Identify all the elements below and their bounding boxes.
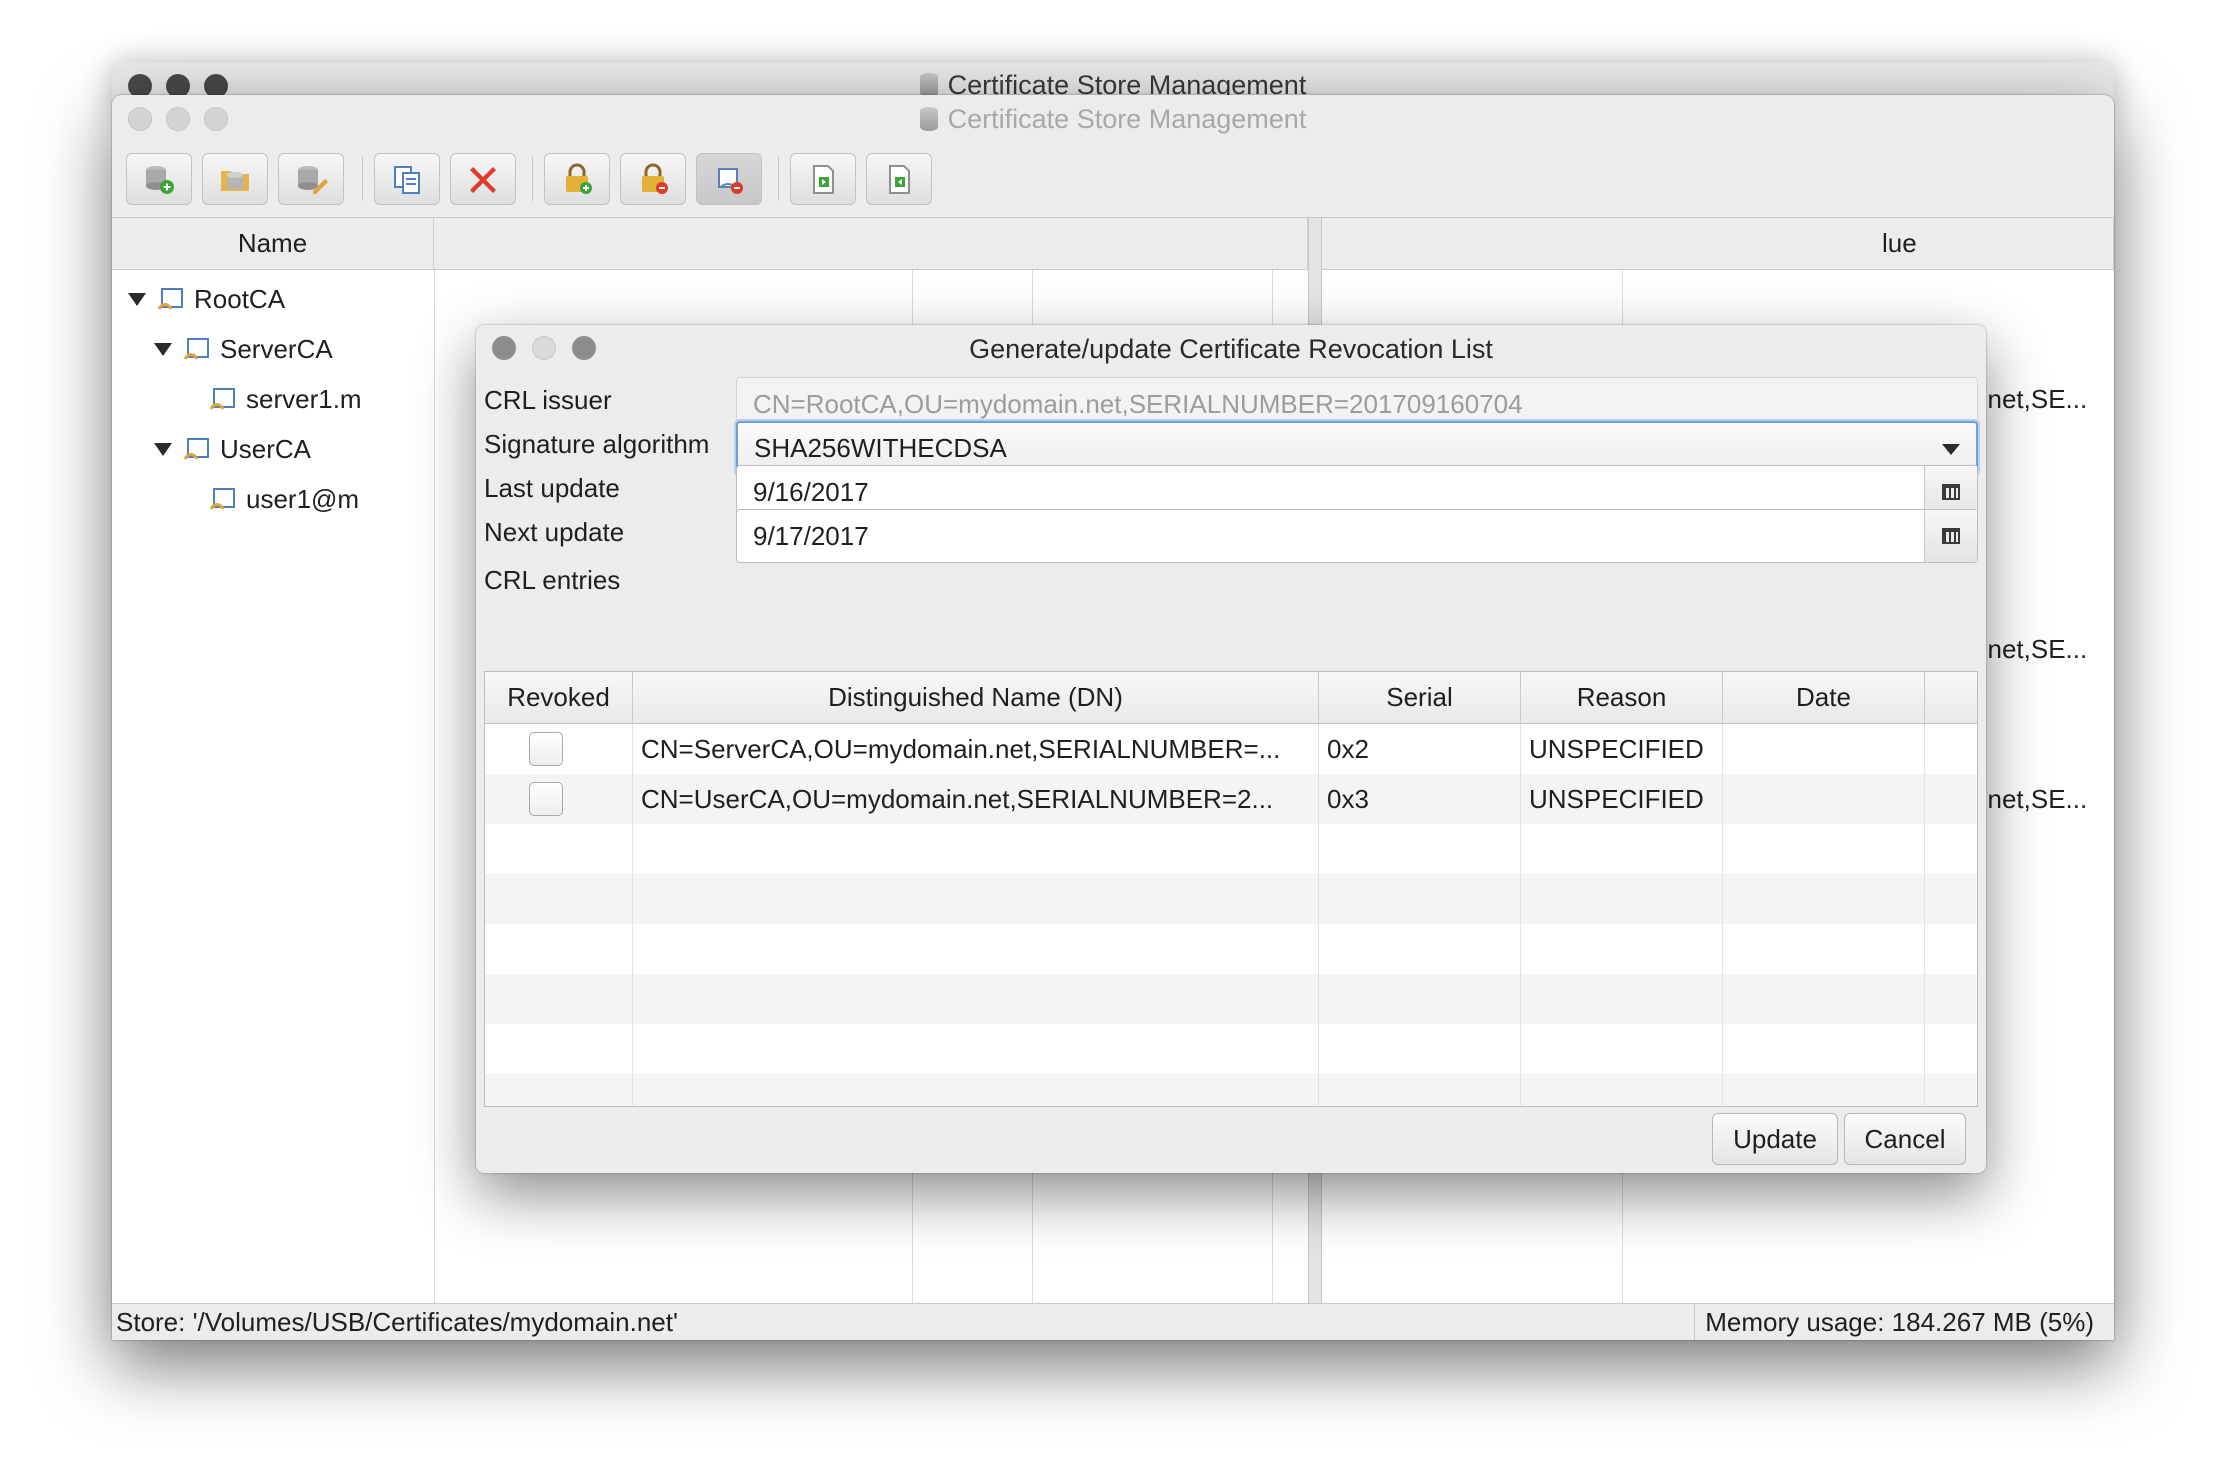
column-header-blank[interactable] xyxy=(434,218,1308,270)
crl-icon xyxy=(718,168,743,194)
tree-item-user1[interactable]: user1@m xyxy=(208,484,359,515)
delete-icon xyxy=(470,167,496,193)
next-update-label: Next update xyxy=(484,517,625,547)
chevron-down-icon[interactable] xyxy=(154,343,172,356)
lock-add-icon xyxy=(566,163,592,194)
import-icon xyxy=(889,165,910,194)
tree-item-label: server1.m xyxy=(246,384,362,414)
dialog-titlebar: Generate/update Certificate Revocation L… xyxy=(476,325,1986,371)
database-icon xyxy=(919,107,938,131)
column-header-name[interactable]: Name xyxy=(112,218,434,270)
crl-issuer-label: CRL issuer xyxy=(484,385,612,415)
chevron-down-icon[interactable] xyxy=(154,443,172,456)
last-update-label: Last update xyxy=(484,473,620,503)
table-row[interactable]: CN=UserCA,OU=mydomain.net,SERIALNUMBER=2… xyxy=(485,774,1977,824)
date-cell[interactable] xyxy=(1723,724,1925,774)
database-icon xyxy=(919,73,938,97)
memory-usage-status: Memory usage: 184.267 MB (5%) xyxy=(1705,1307,2094,1337)
next-update-calendar-button[interactable] xyxy=(1924,510,1977,562)
crl-button[interactable] xyxy=(696,153,762,205)
lock-remove-button[interactable] xyxy=(620,153,686,205)
cancel-button[interactable]: Cancel xyxy=(1844,1113,1966,1165)
crl-entries-label: CRL entries xyxy=(484,565,621,595)
certificate-icon xyxy=(183,437,209,460)
tree-item-rootca[interactable]: RootCA xyxy=(128,284,285,315)
revoked-checkbox[interactable] xyxy=(529,732,563,766)
calendar-icon xyxy=(1942,528,1960,544)
empty-row xyxy=(485,1024,1977,1074)
column-header-revoked[interactable]: Revoked xyxy=(485,672,633,724)
empty-row xyxy=(485,924,1977,974)
table-row[interactable]: CN=ServerCA,OU=mydomain.net,SERIALNUMBER… xyxy=(485,724,1977,774)
copy-button[interactable] xyxy=(374,153,440,205)
column-header-value[interactable] xyxy=(1320,218,2114,270)
tree-item-label: user1@m xyxy=(246,484,360,514)
certificate-icon xyxy=(183,337,209,360)
column-header-reason[interactable]: Reason xyxy=(1521,672,1723,724)
update-button[interactable]: Update xyxy=(1712,1113,1838,1165)
status-bar: Store: '/Volumes/USB/Certificates/mydoma… xyxy=(112,1303,2114,1340)
tree-item-label: ServerCA xyxy=(220,334,333,364)
tree-item-server1[interactable]: server1.m xyxy=(208,384,362,415)
toolbar xyxy=(112,143,2114,218)
dn-cell: CN=UserCA,OU=mydomain.net,SERIALNUMBER=2… xyxy=(633,774,1319,824)
tree-item-label: UserCA xyxy=(220,434,312,464)
delete-button[interactable] xyxy=(450,153,516,205)
export-icon xyxy=(813,165,834,194)
reason-cell[interactable]: UNSPECIFIED xyxy=(1521,774,1723,824)
column-header-serial[interactable]: Serial xyxy=(1319,672,1521,724)
new-store-button[interactable] xyxy=(126,153,192,205)
column-header-dn[interactable]: Distinguished Name (DN) xyxy=(633,672,1319,724)
column-header-extra xyxy=(1925,672,1977,724)
certificate-icon xyxy=(209,487,235,510)
store-path-status: Store: '/Volumes/USB/Certificates/mydoma… xyxy=(116,1307,678,1337)
export-button[interactable] xyxy=(790,153,856,205)
new-store-icon xyxy=(146,166,174,194)
import-button[interactable] xyxy=(866,153,932,205)
main-window: Certificate Store Management Name RootCA… xyxy=(112,95,2114,1340)
serial-cell: 0x2 xyxy=(1319,724,1521,774)
crl-entries-table: Revoked Distinguished Name (DN) Serial R… xyxy=(484,671,1978,1107)
crl-dialog: Generate/update Certificate Revocation L… xyxy=(476,325,1986,1173)
empty-row xyxy=(485,1074,1977,1106)
calendar-icon xyxy=(1942,484,1960,500)
chevron-down-icon xyxy=(1942,444,1960,455)
empty-row xyxy=(485,874,1977,924)
certificate-icon xyxy=(157,287,183,310)
dn-cell: CN=ServerCA,OU=mydomain.net,SERIALNUMBER… xyxy=(633,724,1319,774)
right-panel-header-value: lue xyxy=(1882,228,1917,258)
empty-row xyxy=(485,974,1977,1024)
lock-add-button[interactable] xyxy=(544,153,610,205)
certificate-icon xyxy=(209,387,235,410)
empty-row xyxy=(485,824,1977,874)
column-header-date[interactable]: Date xyxy=(1723,672,1925,724)
tree-item-label: RootCA xyxy=(194,284,286,314)
serial-cell: 0x3 xyxy=(1319,774,1521,824)
dialog-title: Generate/update Certificate Revocation L… xyxy=(969,334,1493,364)
window-title: Certificate Store Management xyxy=(112,104,2114,135)
reason-cell[interactable]: UNSPECIFIED xyxy=(1521,724,1723,774)
titlebar: Certificate Store Management xyxy=(112,95,2114,143)
date-cell[interactable] xyxy=(1723,774,1925,824)
signature-algorithm-label: Signature algorithm xyxy=(484,429,710,459)
tree-item-serverca[interactable]: ServerCA xyxy=(154,334,333,365)
open-store-icon xyxy=(221,171,249,191)
lock-remove-icon xyxy=(642,163,668,194)
copy-icon xyxy=(394,166,420,194)
open-store-button[interactable] xyxy=(202,153,268,205)
revoked-checkbox[interactable] xyxy=(529,782,563,816)
chevron-down-icon[interactable] xyxy=(128,293,146,306)
tree-item-userca[interactable]: UserCA xyxy=(154,434,311,465)
next-update-field[interactable]: 9/17/2017 xyxy=(736,509,1978,563)
edit-store-button[interactable] xyxy=(278,153,344,205)
edit-store-icon xyxy=(298,166,328,194)
